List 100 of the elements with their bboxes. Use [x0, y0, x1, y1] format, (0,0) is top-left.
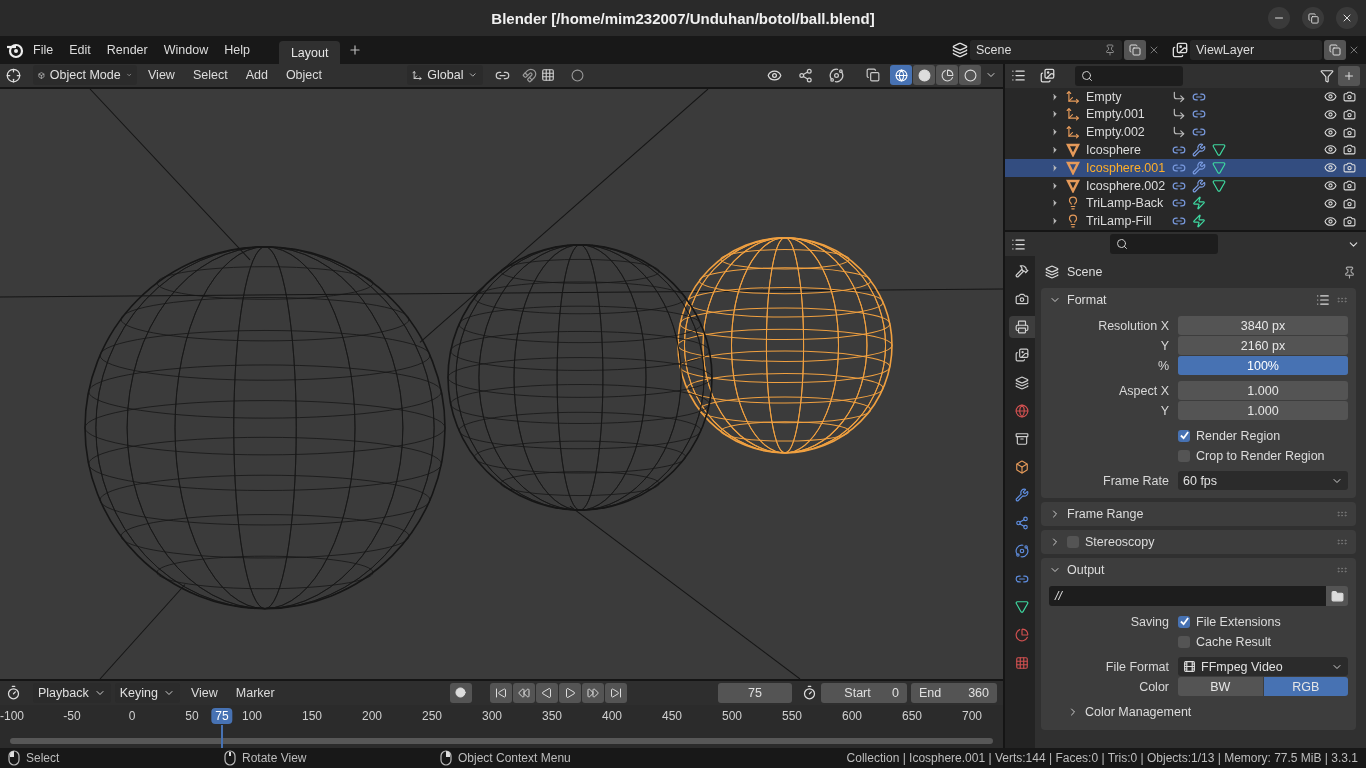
menu-item[interactable]: Add — [238, 65, 275, 86]
editor-type-icon[interactable] — [1011, 236, 1026, 252]
menu-item[interactable]: Window — [156, 40, 216, 60]
eye-icon[interactable] — [1324, 90, 1337, 104]
copy-button[interactable] — [1124, 40, 1146, 60]
panel-title[interactable]: Stereoscopy — [1085, 535, 1155, 549]
mode-dropdown[interactable]: Object Mode — [33, 65, 137, 86]
timeline-scrollbar[interactable] — [10, 738, 993, 744]
view-layer-field[interactable]: ViewLayer — [1190, 40, 1322, 60]
checkbox[interactable] — [1178, 429, 1190, 442]
expand-icon[interactable] — [1050, 91, 1060, 102]
outliner-row[interactable]: Empty.001 — [1005, 105, 1366, 124]
play-button[interactable] — [558, 682, 581, 703]
menu-dropdown[interactable]: Keying — [114, 682, 180, 703]
menu-item[interactable]: View — [183, 682, 225, 703]
start-frame-field[interactable]: Start 0 — [821, 682, 907, 703]
eye-icon[interactable] — [1324, 196, 1337, 210]
outliner-row[interactable]: Icosphere.001 — [1005, 158, 1366, 177]
editor-type-icon[interactable] — [6, 67, 21, 83]
record-button[interactable] — [449, 682, 472, 703]
outliner-row[interactable]: Empty — [1005, 87, 1366, 106]
minimize-button[interactable] — [1268, 7, 1290, 29]
drag-handle-icon[interactable] — [1336, 294, 1348, 306]
previous-keyframe-button[interactable] — [512, 682, 535, 703]
editor-type-icon[interactable] — [6, 685, 21, 700]
camera-icon[interactable] — [1343, 90, 1356, 104]
outliner-row[interactable]: Icosphere.002 — [1005, 176, 1366, 195]
drag-handle-icon[interactable] — [1336, 564, 1348, 576]
eye-icon[interactable] — [1324, 125, 1337, 139]
menu-item[interactable]: Render — [99, 40, 155, 60]
expand-icon[interactable] — [1050, 162, 1060, 173]
dropdown[interactable]: 60 fps — [1178, 471, 1348, 490]
add-icon[interactable] — [348, 43, 363, 57]
image-stack-icon[interactable] — [1040, 68, 1055, 84]
shading-button[interactable] — [936, 65, 958, 86]
close-icon[interactable] — [1148, 44, 1160, 56]
copy-button[interactable] — [1324, 40, 1346, 60]
expand-icon[interactable] — [1050, 216, 1060, 227]
expand-icon[interactable] — [1050, 198, 1060, 209]
expand-icon[interactable] — [1050, 180, 1060, 191]
camera-icon[interactable] — [1343, 179, 1356, 192]
presets-icon[interactable] — [1316, 293, 1330, 307]
dropdown[interactable]: FFmpeg Video — [1178, 657, 1348, 676]
camera-icon[interactable] — [1343, 196, 1356, 210]
menu-item[interactable]: Object — [278, 65, 329, 86]
path-field[interactable]: // — [1049, 586, 1326, 606]
search-field[interactable] — [1110, 234, 1218, 254]
properties-tab[interactable] — [1009, 316, 1035, 338]
menu-item[interactable]: View — [141, 65, 182, 86]
play-reverse-button[interactable] — [535, 682, 558, 703]
eye-icon[interactable] — [767, 67, 782, 83]
menu-item[interactable]: Marker — [228, 682, 282, 703]
blender-logo-icon[interactable] — [6, 41, 24, 59]
number-field[interactable]: 1.000 — [1178, 381, 1348, 400]
layers-icon[interactable] — [952, 42, 968, 58]
menu-item[interactable]: Help — [217, 40, 257, 60]
camera-icon[interactable] — [1343, 125, 1356, 139]
next-keyframe-button[interactable] — [581, 682, 604, 703]
percentage-slider[interactable]: 100% — [1178, 356, 1348, 375]
pin-icon[interactable] — [1343, 265, 1356, 279]
toggle-option[interactable]: RGB — [1263, 677, 1348, 696]
expand-icon[interactable] — [1050, 127, 1060, 138]
menu-item[interactable]: File — [26, 40, 61, 60]
orientation-dropdown[interactable]: Global — [407, 65, 483, 86]
subpanel-title[interactable]: Color Management — [1085, 705, 1192, 719]
expand-icon[interactable] — [1050, 109, 1060, 120]
stopwatch-icon[interactable] — [802, 685, 817, 700]
close-button[interactable] — [1336, 7, 1358, 29]
folder-button[interactable] — [1326, 586, 1348, 606]
eye-icon[interactable] — [1324, 161, 1337, 175]
end-frame-field[interactable]: End 360 — [911, 682, 997, 703]
shading-button[interactable] — [959, 65, 981, 86]
eye-icon[interactable] — [1324, 214, 1337, 228]
expand-icon[interactable] — [1050, 144, 1060, 155]
grid-icon[interactable] — [541, 68, 555, 83]
outliner-row[interactable]: Empty.002 — [1005, 123, 1366, 142]
number-field[interactable]: 1.000 — [1178, 401, 1348, 420]
camera-icon[interactable] — [1343, 161, 1356, 175]
checkbox[interactable] — [1178, 615, 1190, 628]
panel-title[interactable]: Frame Range — [1067, 507, 1144, 521]
eye-icon[interactable] — [1324, 107, 1337, 121]
eye-icon[interactable] — [1324, 143, 1337, 157]
close-icon[interactable] — [1348, 44, 1360, 56]
shading-button[interactable] — [890, 65, 912, 86]
display-mode-icon[interactable] — [1011, 68, 1026, 84]
camera-icon[interactable] — [1343, 107, 1356, 121]
panel-title[interactable]: Output — [1067, 563, 1105, 577]
drag-handle-icon[interactable] — [1336, 508, 1348, 520]
search-field[interactable] — [1075, 65, 1183, 86]
dot-icon[interactable] — [571, 68, 584, 82]
xray-icon[interactable] — [866, 68, 880, 83]
outliner-row[interactable]: Icosphere — [1005, 141, 1366, 159]
workspace-tab[interactable]: Layout — [278, 41, 341, 64]
menu-dropdown[interactable]: Playback — [33, 682, 111, 703]
shading-button[interactable] — [913, 65, 935, 86]
new-collection-button[interactable] — [1338, 65, 1360, 86]
menu-item[interactable]: Select — [185, 65, 235, 86]
magnet-icon[interactable] — [522, 67, 537, 83]
scene-field[interactable]: Scene — [970, 40, 1122, 60]
filter-icon[interactable] — [1320, 68, 1334, 83]
